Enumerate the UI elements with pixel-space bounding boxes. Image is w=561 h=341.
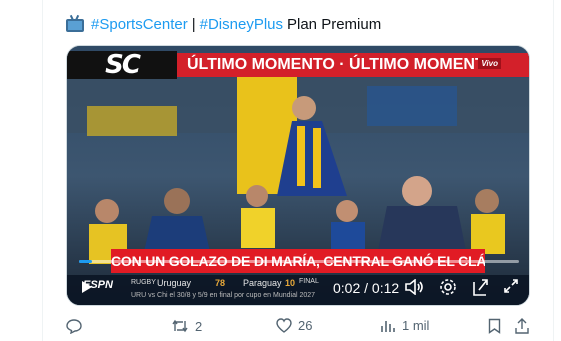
plan-text: Plan Premium — [287, 16, 382, 33]
sportscenter-logo: SC — [67, 50, 177, 80]
retweet-button[interactable]: 2 — [171, 318, 202, 334]
like-button[interactable]: 26 — [276, 318, 312, 333]
video-progress-bar[interactable] — [79, 260, 519, 263]
video-time: 0:02 / 0:12 — [333, 280, 400, 296]
volume-icon[interactable] — [405, 278, 423, 298]
live-badge: Vivo — [478, 58, 501, 69]
play-icon[interactable] — [81, 280, 93, 297]
popout-icon[interactable] — [473, 278, 489, 299]
tv-icon — [66, 14, 84, 32]
tweet-container: #SportsCenter | #DisneyPlus Plan Premium — [0, 0, 561, 341]
hashtag-disneyplus[interactable]: #DisneyPlus — [200, 16, 283, 33]
bookmark-icon — [488, 318, 501, 334]
retweet-icon — [171, 318, 189, 334]
separator: | — [191, 16, 196, 33]
right-divider — [553, 0, 554, 341]
share-button[interactable] — [515, 318, 529, 334]
settings-icon[interactable] — [439, 278, 457, 299]
share-icon — [515, 318, 529, 334]
tweet-text: #SportsCenter | #DisneyPlus Plan Premium — [66, 14, 382, 33]
video-progress-fill — [79, 260, 93, 263]
tweet-actions: 2 26 1 mil — [66, 318, 530, 338]
breaking-news-text: ÚLTIMO MOMENTO · ÚLTIMO MOMENTO — [177, 53, 529, 77]
bookmark-button[interactable] — [488, 318, 501, 334]
hashtag-sportscenter[interactable]: #SportsCenter — [91, 16, 188, 33]
reply-button[interactable] — [66, 318, 88, 334]
breaking-banner: SC ÚLTIMO MOMENTO · ÚLTIMO MOMENTO — [67, 50, 529, 80]
video-player[interactable]: SC ÚLTIMO MOMENTO · ÚLTIMO MOMENTO Vivo … — [66, 45, 530, 306]
time-current: 0:02 — [333, 280, 361, 296]
heart-icon — [276, 318, 292, 333]
bar-chart-icon — [380, 318, 396, 333]
fullscreen-icon[interactable] — [503, 278, 519, 297]
views-button[interactable]: 1 mil — [380, 318, 429, 333]
like-count: 26 — [298, 318, 313, 333]
video-controls: 0:02 / 0:12 — [67, 274, 529, 302]
left-divider — [42, 0, 43, 341]
reply-icon — [66, 318, 82, 334]
time-total: 0:12 — [371, 280, 400, 296]
view-count: 1 mil — [402, 318, 430, 333]
retweet-count: 2 — [195, 318, 203, 334]
